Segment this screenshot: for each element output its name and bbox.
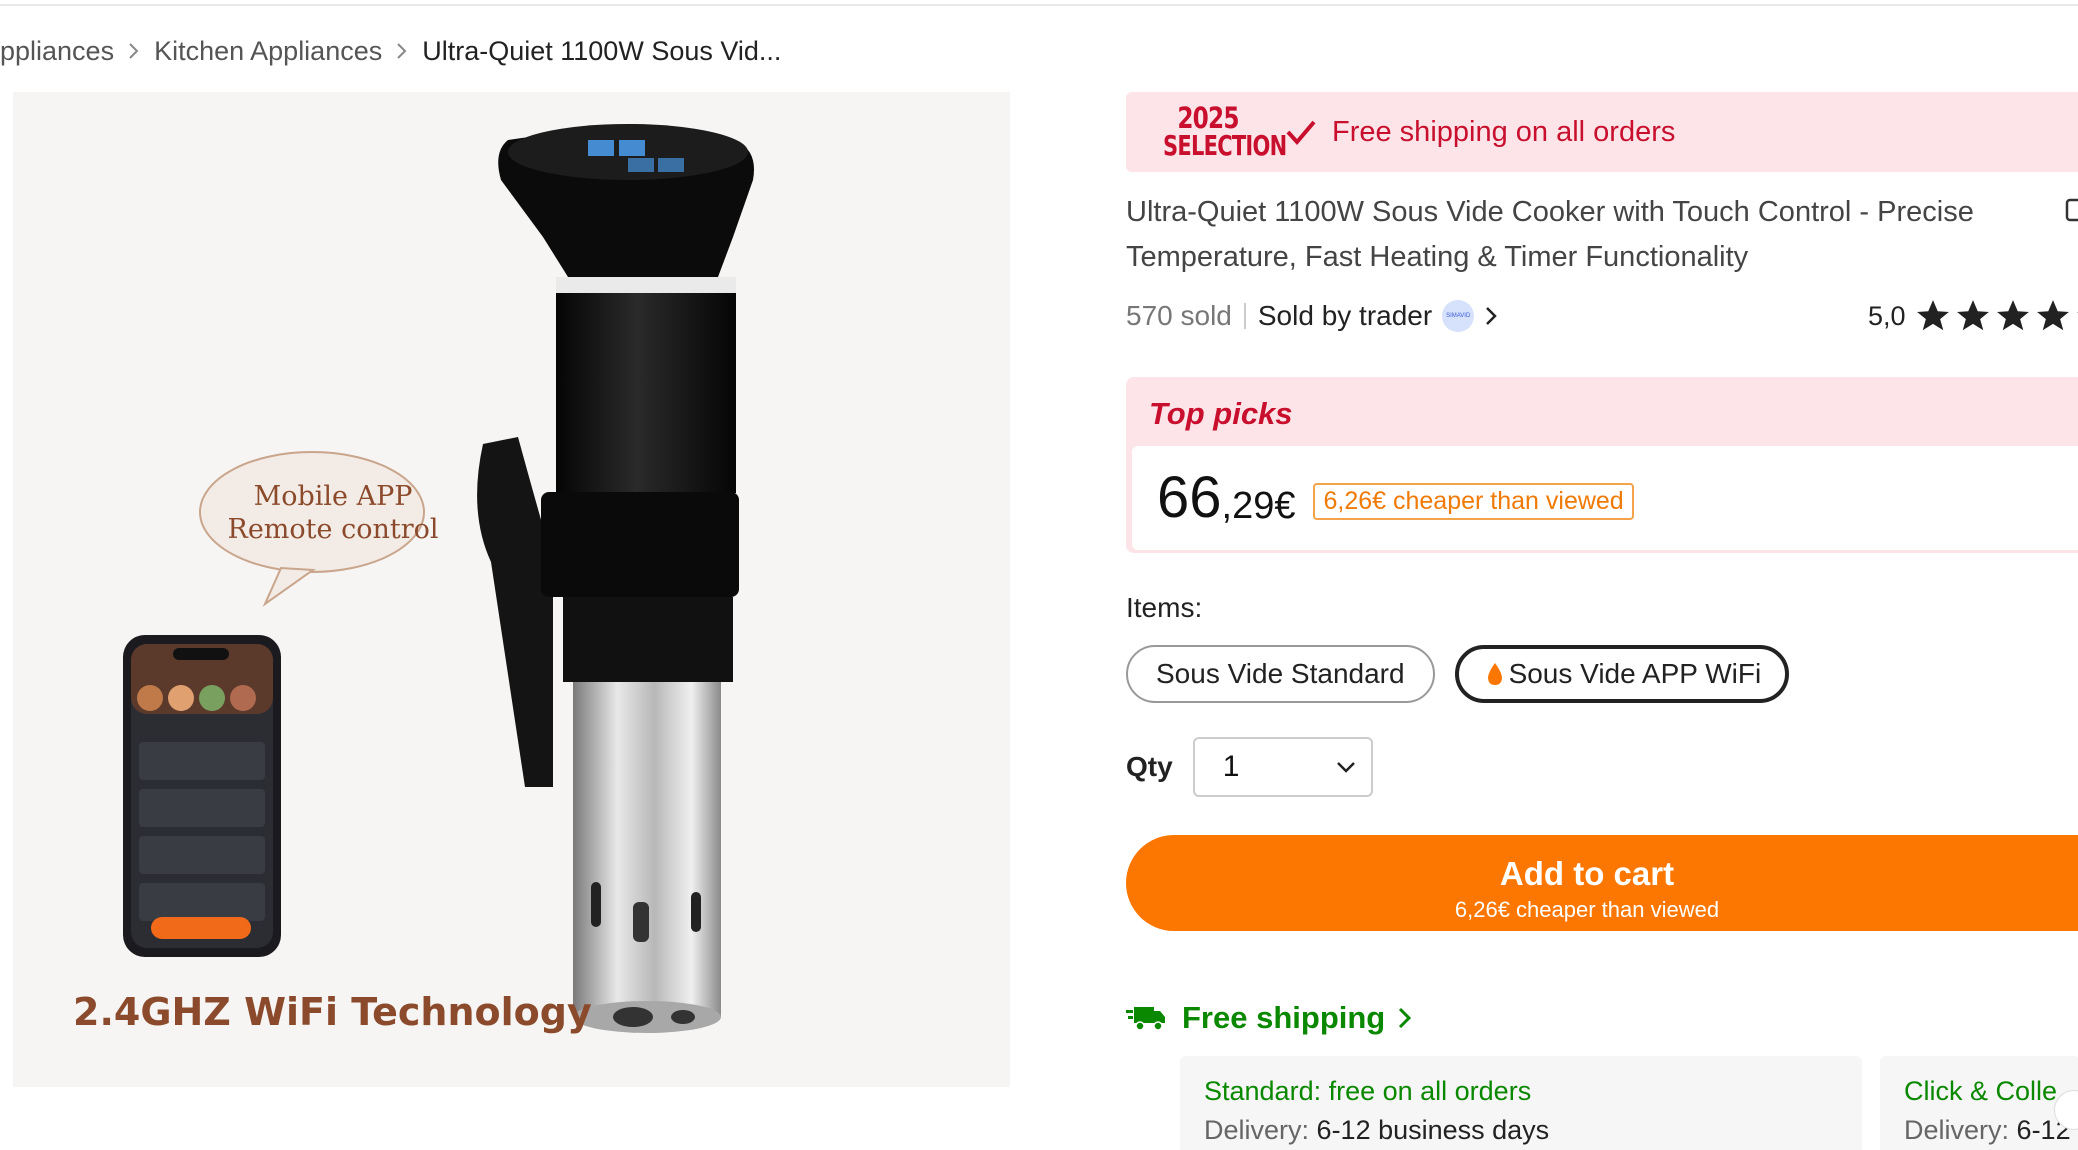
shipping-label: Free shipping — [1182, 1000, 1386, 1035]
seller-link[interactable]: Sold by trader — [1258, 300, 1432, 332]
chevron-down-icon — [1336, 762, 1355, 773]
shipping-option-standard[interactable]: Standard: free on all orders Delivery: 6… — [1180, 1056, 1862, 1150]
divider — [1243, 303, 1246, 329]
variant-sous-vide-app-wifi[interactable]: Sous Vide APP WiFi — [1454, 645, 1790, 703]
fire-icon — [1487, 663, 1502, 685]
add-to-cart-label: Add to cart — [1499, 855, 1675, 892]
variant-options: Sous Vide Standard Sous Vide APP WiFi — [1126, 645, 1790, 703]
sales-seller-row: 570 sold Sold by trader SIMAVID 5,0 — [1126, 296, 2078, 336]
chevron-right-icon — [1399, 1007, 1412, 1029]
sous-vide-illustration — [123, 124, 754, 1033]
breadcrumb-item-appliances[interactable]: ppliances — [0, 36, 114, 67]
rating[interactable]: 5,0 — [1868, 296, 2078, 336]
delivery-label: Delivery: — [1204, 1115, 1310, 1145]
product-main-image[interactable]: Mobile APP Remote control 2.4GHZ WiFi Te… — [13, 92, 1010, 1087]
breadcrumb-item-kitchen-appliances[interactable]: Kitchen Appliances — [154, 36, 382, 67]
add-to-cart-button[interactable]: Add to cart 6,26€ cheaper than viewed — [1126, 835, 2078, 931]
shipping-option-delivery: Delivery: 6-12 business days — [1204, 1115, 1838, 1146]
shipping-option-delivery: Delivery: 6-12 — [1904, 1115, 2071, 1146]
shipping-option-click-collect[interactable]: Click & Colle Delivery: 6-12 — [1880, 1056, 2078, 1150]
top-picks-label: Top picks — [1149, 396, 1293, 431]
price-box: 66 ,29€ 6,26€ cheaper than viewed — [1132, 446, 2078, 550]
product-title: Ultra-Quiet 1100W Sous Vide Cooker with … — [1126, 196, 1974, 273]
sold-count: 570 sold — [1126, 300, 1232, 331]
bubble-text: Mobile APP Remote control — [203, 480, 463, 546]
selection-year: 2025 — [1177, 101, 1239, 135]
chevron-right-icon — [382, 42, 422, 60]
breadcrumb: ppliances Kitchen Appliances Ultra-Quiet… — [0, 34, 781, 68]
price-integer: 66 — [1157, 465, 1222, 530]
selection-text: Free shipping on all orders — [1332, 115, 1676, 148]
share-icon[interactable] — [2064, 196, 2078, 222]
checkmark-icon — [1286, 120, 1316, 146]
price-decimal: ,29€ — [1221, 485, 1296, 527]
quantity-value: 1 — [1222, 750, 1240, 783]
bubble-line-2: Remote control — [227, 514, 439, 545]
top-divider — [0, 0, 2078, 6]
qty-row: Qty 1 — [1126, 737, 1373, 797]
free-shipping-link[interactable]: Free shipping — [1126, 998, 1413, 1038]
truck-icon — [1126, 1007, 1165, 1031]
breadcrumb-item-current: Ultra-Quiet 1100W Sous Vid... — [422, 35, 782, 66]
selection-logo: 2025 SELECTION — [1148, 101, 1287, 162]
seller-logo[interactable]: SIMAVID — [1442, 300, 1475, 332]
delivery-value: 6-12 business days — [1316, 1115, 1550, 1145]
variant-label: Sous Vide APP WiFi — [1508, 658, 1762, 689]
top-picks-box: Top picks 66 ,29€ 6,26€ cheaper than vie… — [1126, 377, 2078, 553]
image-caption: 2.4GHZ WiFi Technology — [73, 990, 592, 1034]
variant-label: Sous Vide Standard — [1156, 658, 1405, 689]
quantity-select[interactable]: 1 — [1192, 737, 1373, 797]
star-icon — [1956, 300, 1989, 331]
selection-banner: 2025 SELECTION Free shipping on all orde… — [1126, 92, 2078, 172]
shipping-option-title: Standard: free on all orders — [1204, 1076, 1532, 1106]
star-icon — [2036, 300, 2069, 331]
bubble-line-1: Mobile APP — [253, 481, 413, 512]
shipping-option-title: Click & Colle — [1904, 1076, 2058, 1106]
variant-sous-vide-standard[interactable]: Sous Vide Standard — [1126, 645, 1435, 703]
delivery-label: Delivery: — [1904, 1115, 2010, 1145]
rating-value: 5,0 — [1868, 300, 1906, 331]
star-icon — [1996, 300, 2029, 331]
qty-label: Qty — [1126, 751, 1173, 782]
add-to-cart-sub: 6,26€ cheaper than viewed — [1454, 897, 1720, 922]
selection-word: SELECTION — [1163, 129, 1287, 162]
cheaper-tag: 6,26€ cheaper than viewed — [1313, 482, 1634, 520]
star-icon — [1916, 300, 1949, 331]
star-icon — [2076, 311, 2078, 314]
chevron-right-icon — [114, 42, 154, 60]
chevron-right-icon[interactable] — [1484, 305, 1498, 327]
items-label: Items: — [1126, 592, 1203, 623]
